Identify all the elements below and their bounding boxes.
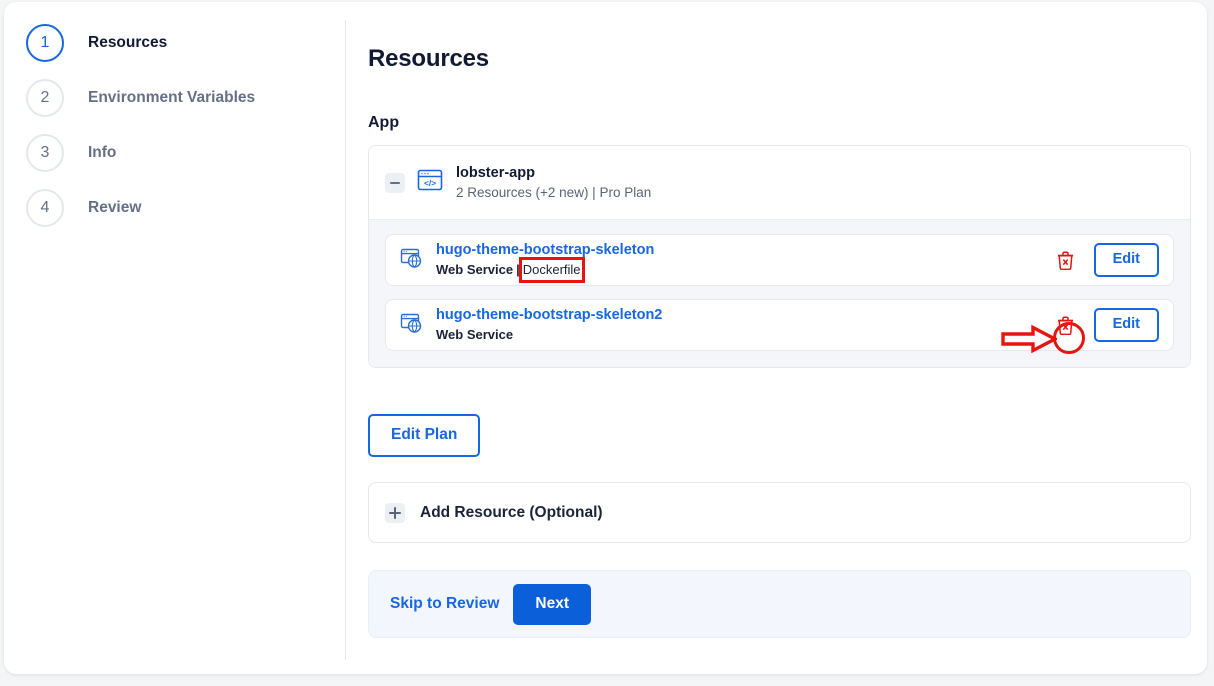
step-number-1: 1 (26, 24, 64, 62)
resource-separator: | (516, 261, 520, 279)
table-row: hugo-theme-bootstrap-skeleton2 Web Servi… (385, 299, 1174, 351)
resource-subtitle: Web Service (436, 326, 1056, 344)
dockerfile-runtime-label: Dockerfile (523, 261, 581, 279)
resource-info: hugo-theme-bootstrap-skeleton Web Servic… (436, 242, 1056, 279)
wizard-card: 1 Resources 2 Environment Variables 3 In… (4, 2, 1207, 674)
section-title-app: App (368, 114, 399, 132)
app-card: </> lobster-app 2 Resources (+2 new) | P… (368, 145, 1191, 368)
app-card-header: </> lobster-app 2 Resources (+2 new) | P… (369, 146, 1190, 219)
web-service-icon (400, 246, 424, 275)
table-row: hugo-theme-bootstrap-skeleton Web Servic… (385, 234, 1174, 286)
row-actions: Edit (1056, 308, 1159, 342)
svg-text:</>: </> (424, 178, 436, 188)
sidebar-step-resources[interactable]: 1 Resources (26, 21, 167, 65)
add-resource-button[interactable]: Add Resource (Optional) (368, 482, 1191, 543)
wizard-footer: Skip to Review Next (368, 570, 1191, 638)
sidebar-step-review[interactable]: 4 Review (26, 186, 141, 230)
edit-button[interactable]: Edit (1094, 243, 1159, 277)
step-label-2: Environment Variables (88, 89, 255, 107)
main-content: Resources App </> lobster-app (346, 2, 1207, 674)
resource-name-link[interactable]: hugo-theme-bootstrap-skeleton (436, 242, 1056, 259)
next-button[interactable]: Next (513, 584, 591, 625)
minus-icon[interactable] (385, 173, 405, 193)
plus-icon (385, 503, 405, 523)
add-resource-label: Add Resource (Optional) (420, 504, 603, 522)
edit-plan-button[interactable]: Edit Plan (368, 414, 480, 457)
row-actions: Edit (1056, 243, 1159, 277)
step-label-4: Review (88, 199, 141, 217)
app-name: lobster-app (456, 164, 651, 182)
step-number-4: 4 (26, 189, 64, 227)
trash-icon[interactable] (1056, 249, 1076, 271)
page-title: Resources (368, 45, 489, 73)
step-number-2: 2 (26, 79, 64, 117)
code-window-icon: </> (417, 167, 443, 198)
sidebar-step-info[interactable]: 3 Info (26, 131, 116, 175)
web-service-icon (400, 311, 424, 340)
trash-icon[interactable] (1056, 314, 1076, 336)
skip-to-review-link[interactable]: Skip to Review (388, 589, 501, 619)
resource-type: Web Service (436, 261, 513, 279)
edit-button[interactable]: Edit (1094, 308, 1159, 342)
resource-type: Web Service (436, 326, 513, 344)
sidebar-step-environment-variables[interactable]: 2 Environment Variables (26, 76, 255, 120)
step-number-3: 3 (26, 134, 64, 172)
wizard-sidebar: 1 Resources 2 Environment Variables 3 In… (4, 2, 345, 674)
resource-name-link[interactable]: hugo-theme-bootstrap-skeleton2 (436, 307, 1056, 324)
app-meta: lobster-app 2 Resources (+2 new) | Pro P… (456, 164, 651, 203)
resource-subtitle: Web Service | Dockerfile (436, 261, 1056, 279)
app-subtitle: 2 Resources (+2 new) | Pro Plan (456, 183, 651, 203)
step-label-3: Info (88, 144, 116, 162)
step-label-1: Resources (88, 34, 167, 52)
resource-info: hugo-theme-bootstrap-skeleton2 Web Servi… (436, 307, 1056, 344)
app-resources-list: hugo-theme-bootstrap-skeleton Web Servic… (369, 219, 1190, 367)
